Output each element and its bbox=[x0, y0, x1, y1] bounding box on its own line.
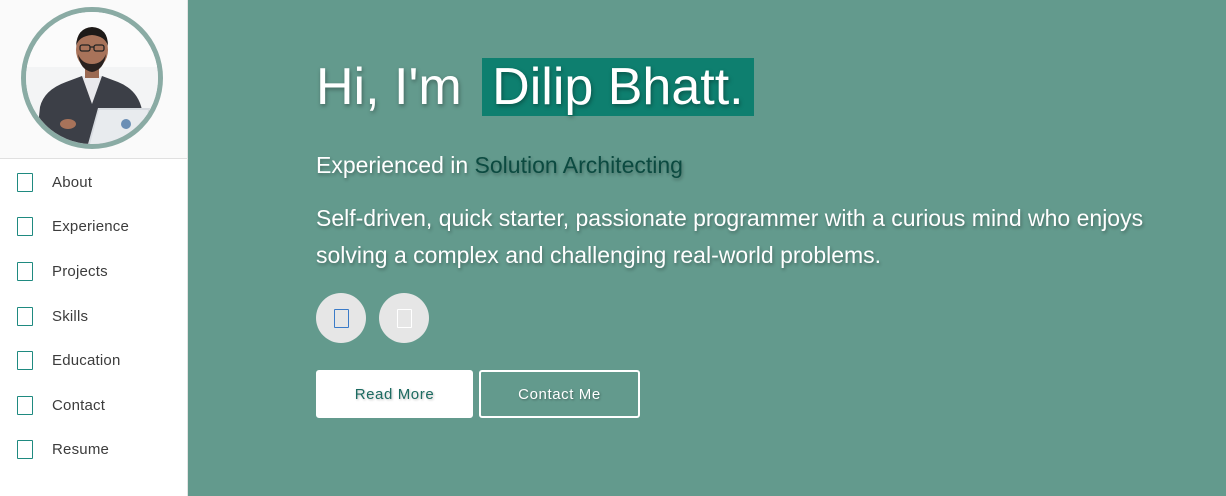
sidebar-item-label: About bbox=[52, 173, 93, 191]
bio-text: Self-driven, quick starter, passionate p… bbox=[316, 205, 1144, 268]
sidebar-item-contact[interactable]: Contact bbox=[0, 383, 187, 428]
hero-section: Hi, I'm Dilip Bhatt. Experienced in Solu… bbox=[188, 0, 1226, 496]
avatar-photo bbox=[26, 12, 158, 144]
sidebar-nav: About Experience Projects Skills Educati… bbox=[0, 160, 187, 472]
experience-icon bbox=[17, 217, 33, 237]
sidebar-item-experience[interactable]: Experience bbox=[0, 205, 187, 250]
social-links bbox=[316, 293, 1216, 343]
github-button[interactable] bbox=[379, 293, 429, 343]
hero-actions: Read More Contact Me bbox=[316, 370, 1216, 418]
linkedin-icon bbox=[333, 308, 349, 328]
sidebar-item-about[interactable]: About bbox=[0, 160, 187, 205]
read-more-button[interactable]: Read More bbox=[316, 370, 473, 418]
contact-icon bbox=[17, 395, 33, 415]
sidebar-item-resume[interactable]: Resume bbox=[0, 428, 187, 473]
hero-headline: Hi, I'm Dilip Bhatt. bbox=[316, 58, 1216, 116]
sidebar-item-label: Resume bbox=[52, 441, 110, 459]
sidebar-item-label: Skills bbox=[52, 307, 89, 325]
greeting-text: Hi, I'm bbox=[316, 58, 462, 116]
sidebar-item-label: Experience bbox=[52, 218, 130, 236]
github-icon bbox=[396, 308, 412, 328]
education-icon bbox=[17, 351, 33, 371]
about-icon bbox=[17, 172, 33, 192]
hero-content: Hi, I'm Dilip Bhatt. Experienced in Solu… bbox=[316, 58, 1216, 418]
experience-prefix: Experienced in bbox=[316, 152, 469, 178]
name-highlight: Dilip Bhatt. bbox=[482, 58, 754, 116]
projects-icon bbox=[17, 261, 33, 281]
sidebar-item-skills[interactable]: Skills bbox=[0, 294, 187, 339]
experience-role: Solution Architecting bbox=[474, 152, 683, 178]
sidebar-item-label: Contact bbox=[52, 396, 106, 414]
linkedin-button[interactable] bbox=[316, 293, 366, 343]
sidebar-item-label: Projects bbox=[52, 262, 108, 280]
sidebar-item-label: Education bbox=[52, 352, 121, 370]
sidebar: About Experience Projects Skills Educati… bbox=[0, 0, 188, 496]
sidebar-item-projects[interactable]: Projects bbox=[0, 249, 187, 294]
resume-icon bbox=[17, 440, 33, 460]
skills-icon bbox=[17, 306, 33, 326]
experience-line: Experienced in Solution Architecting bbox=[316, 150, 1216, 180]
avatar[interactable] bbox=[21, 7, 163, 149]
sidebar-item-education[interactable]: Education bbox=[0, 338, 187, 383]
contact-me-button[interactable]: Contact Me bbox=[479, 370, 640, 418]
avatar-area bbox=[0, 0, 187, 159]
